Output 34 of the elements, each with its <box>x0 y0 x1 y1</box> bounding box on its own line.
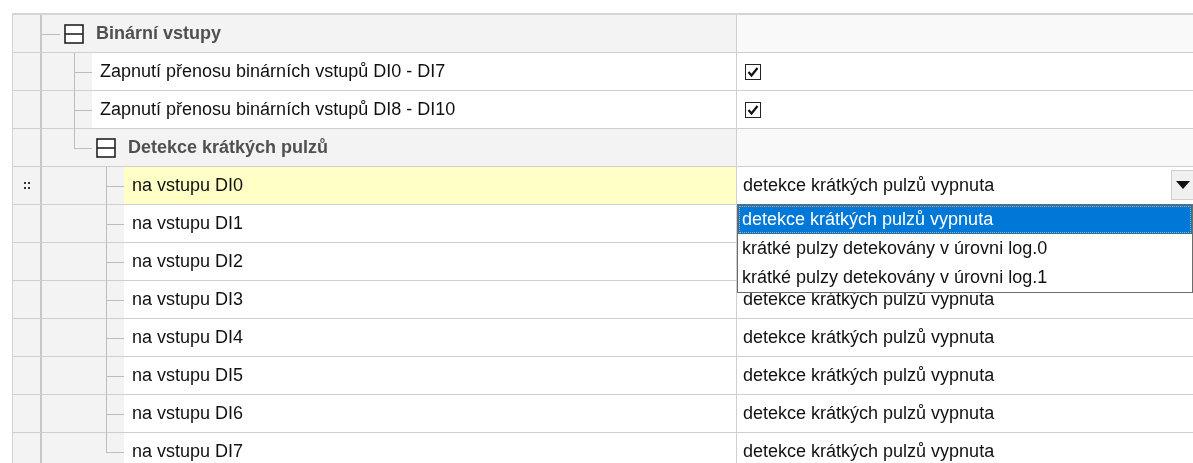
value-text[interactable]: detekce krátkých pulzů vypnuta <box>743 289 995 310</box>
value-text[interactable]: detekce krátkých pulzů vypnuta <box>743 403 995 424</box>
tree-line <box>105 243 124 281</box>
value-text[interactable]: detekce krátkých pulzů vypnuta <box>743 441 995 462</box>
property-label: na vstupu DI5 <box>132 365 244 386</box>
property-label: Zapnutí přenosu binárních vstupů DI0 - DI7 <box>100 61 446 82</box>
dropdown-option[interactable]: detekce krátkých pulzů vypnuta <box>738 205 1192 234</box>
tree-line <box>42 34 60 35</box>
property-label: na vstupu DI7 <box>132 441 244 462</box>
collapse-icon[interactable] <box>64 23 84 44</box>
tree-line <box>73 53 92 91</box>
value-text[interactable]: detekce krátkých pulzů vypnuta <box>743 327 995 348</box>
property-label: na vstupu DI4 <box>132 327 244 348</box>
property-label: na vstupu DI0 <box>132 175 244 196</box>
tree-line <box>105 319 124 357</box>
value-text[interactable]: detekce krátkých pulzů vypnuta <box>743 365 995 386</box>
collapse-icon[interactable] <box>96 137 116 158</box>
property-label: na vstupu DI6 <box>132 403 244 424</box>
property-label: na vstupu DI3 <box>132 289 244 310</box>
tree-line <box>105 281 124 319</box>
group-label[interactable]: Binární vstupy <box>96 23 222 44</box>
property-label: na vstupu DI1 <box>132 213 244 234</box>
dropdown-button[interactable] <box>1171 170 1193 200</box>
tree-line <box>105 357 124 395</box>
group-label[interactable]: Detekce krátkých pulzů <box>128 137 329 158</box>
grip-icon <box>23 181 30 190</box>
checkbox[interactable] <box>745 101 761 118</box>
tree-line <box>105 167 124 205</box>
tree-line <box>105 205 124 243</box>
caret-icon <box>1176 181 1190 189</box>
checkbox[interactable] <box>745 63 761 80</box>
property-label: Zapnutí přenosu binárních vstupů DI8 - DI10 <box>100 99 456 120</box>
property-label: na vstupu DI2 <box>132 251 244 272</box>
value-text[interactable]: detekce krátkých pulzů vypnuta <box>743 175 995 196</box>
